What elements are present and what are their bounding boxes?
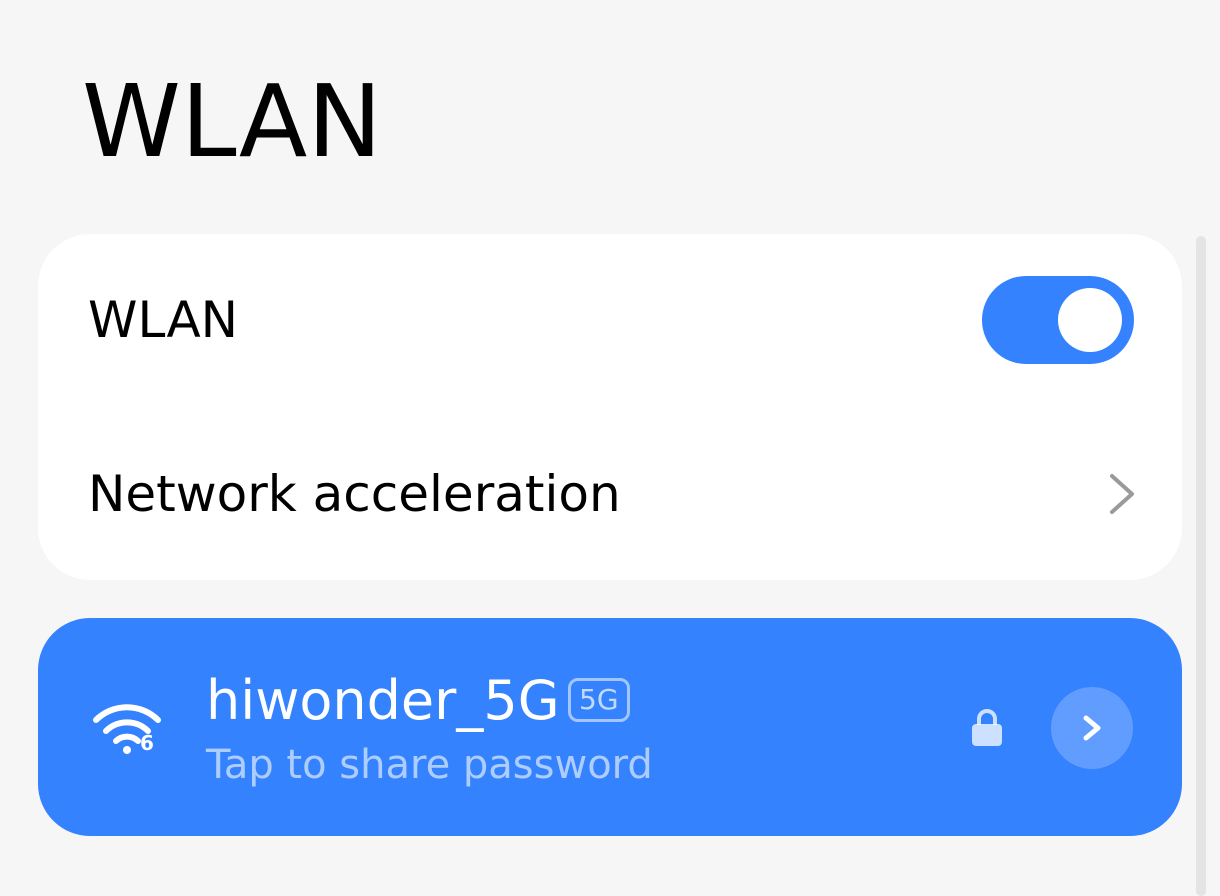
chevron-right-icon bbox=[1110, 474, 1134, 514]
share-password-hint: Tap to share password bbox=[206, 742, 653, 788]
network-acceleration-label: Network acceleration bbox=[88, 465, 621, 523]
settings-card: WLAN Network acceleration bbox=[38, 234, 1182, 580]
network-acceleration-row[interactable]: Network acceleration bbox=[38, 408, 1182, 580]
wlan-toggle[interactable] bbox=[982, 276, 1134, 364]
lock-icon bbox=[972, 709, 1002, 746]
chevron-right-icon bbox=[1083, 715, 1101, 741]
scrollbar[interactable] bbox=[1196, 236, 1206, 896]
band-badge: 5G bbox=[568, 678, 630, 722]
toggle-knob bbox=[1058, 288, 1122, 352]
page-title: WLAN bbox=[82, 63, 383, 180]
wifi-generation-badge: 6 bbox=[140, 731, 154, 755]
connected-network-card[interactable]: 6 hiwonder_5G 5G Tap to share password bbox=[38, 618, 1182, 836]
network-details-button[interactable] bbox=[1051, 687, 1133, 769]
network-ssid: hiwonder_5G bbox=[206, 669, 560, 732]
wlan-toggle-row[interactable]: WLAN bbox=[38, 234, 1182, 406]
wlan-label: WLAN bbox=[88, 291, 239, 349]
